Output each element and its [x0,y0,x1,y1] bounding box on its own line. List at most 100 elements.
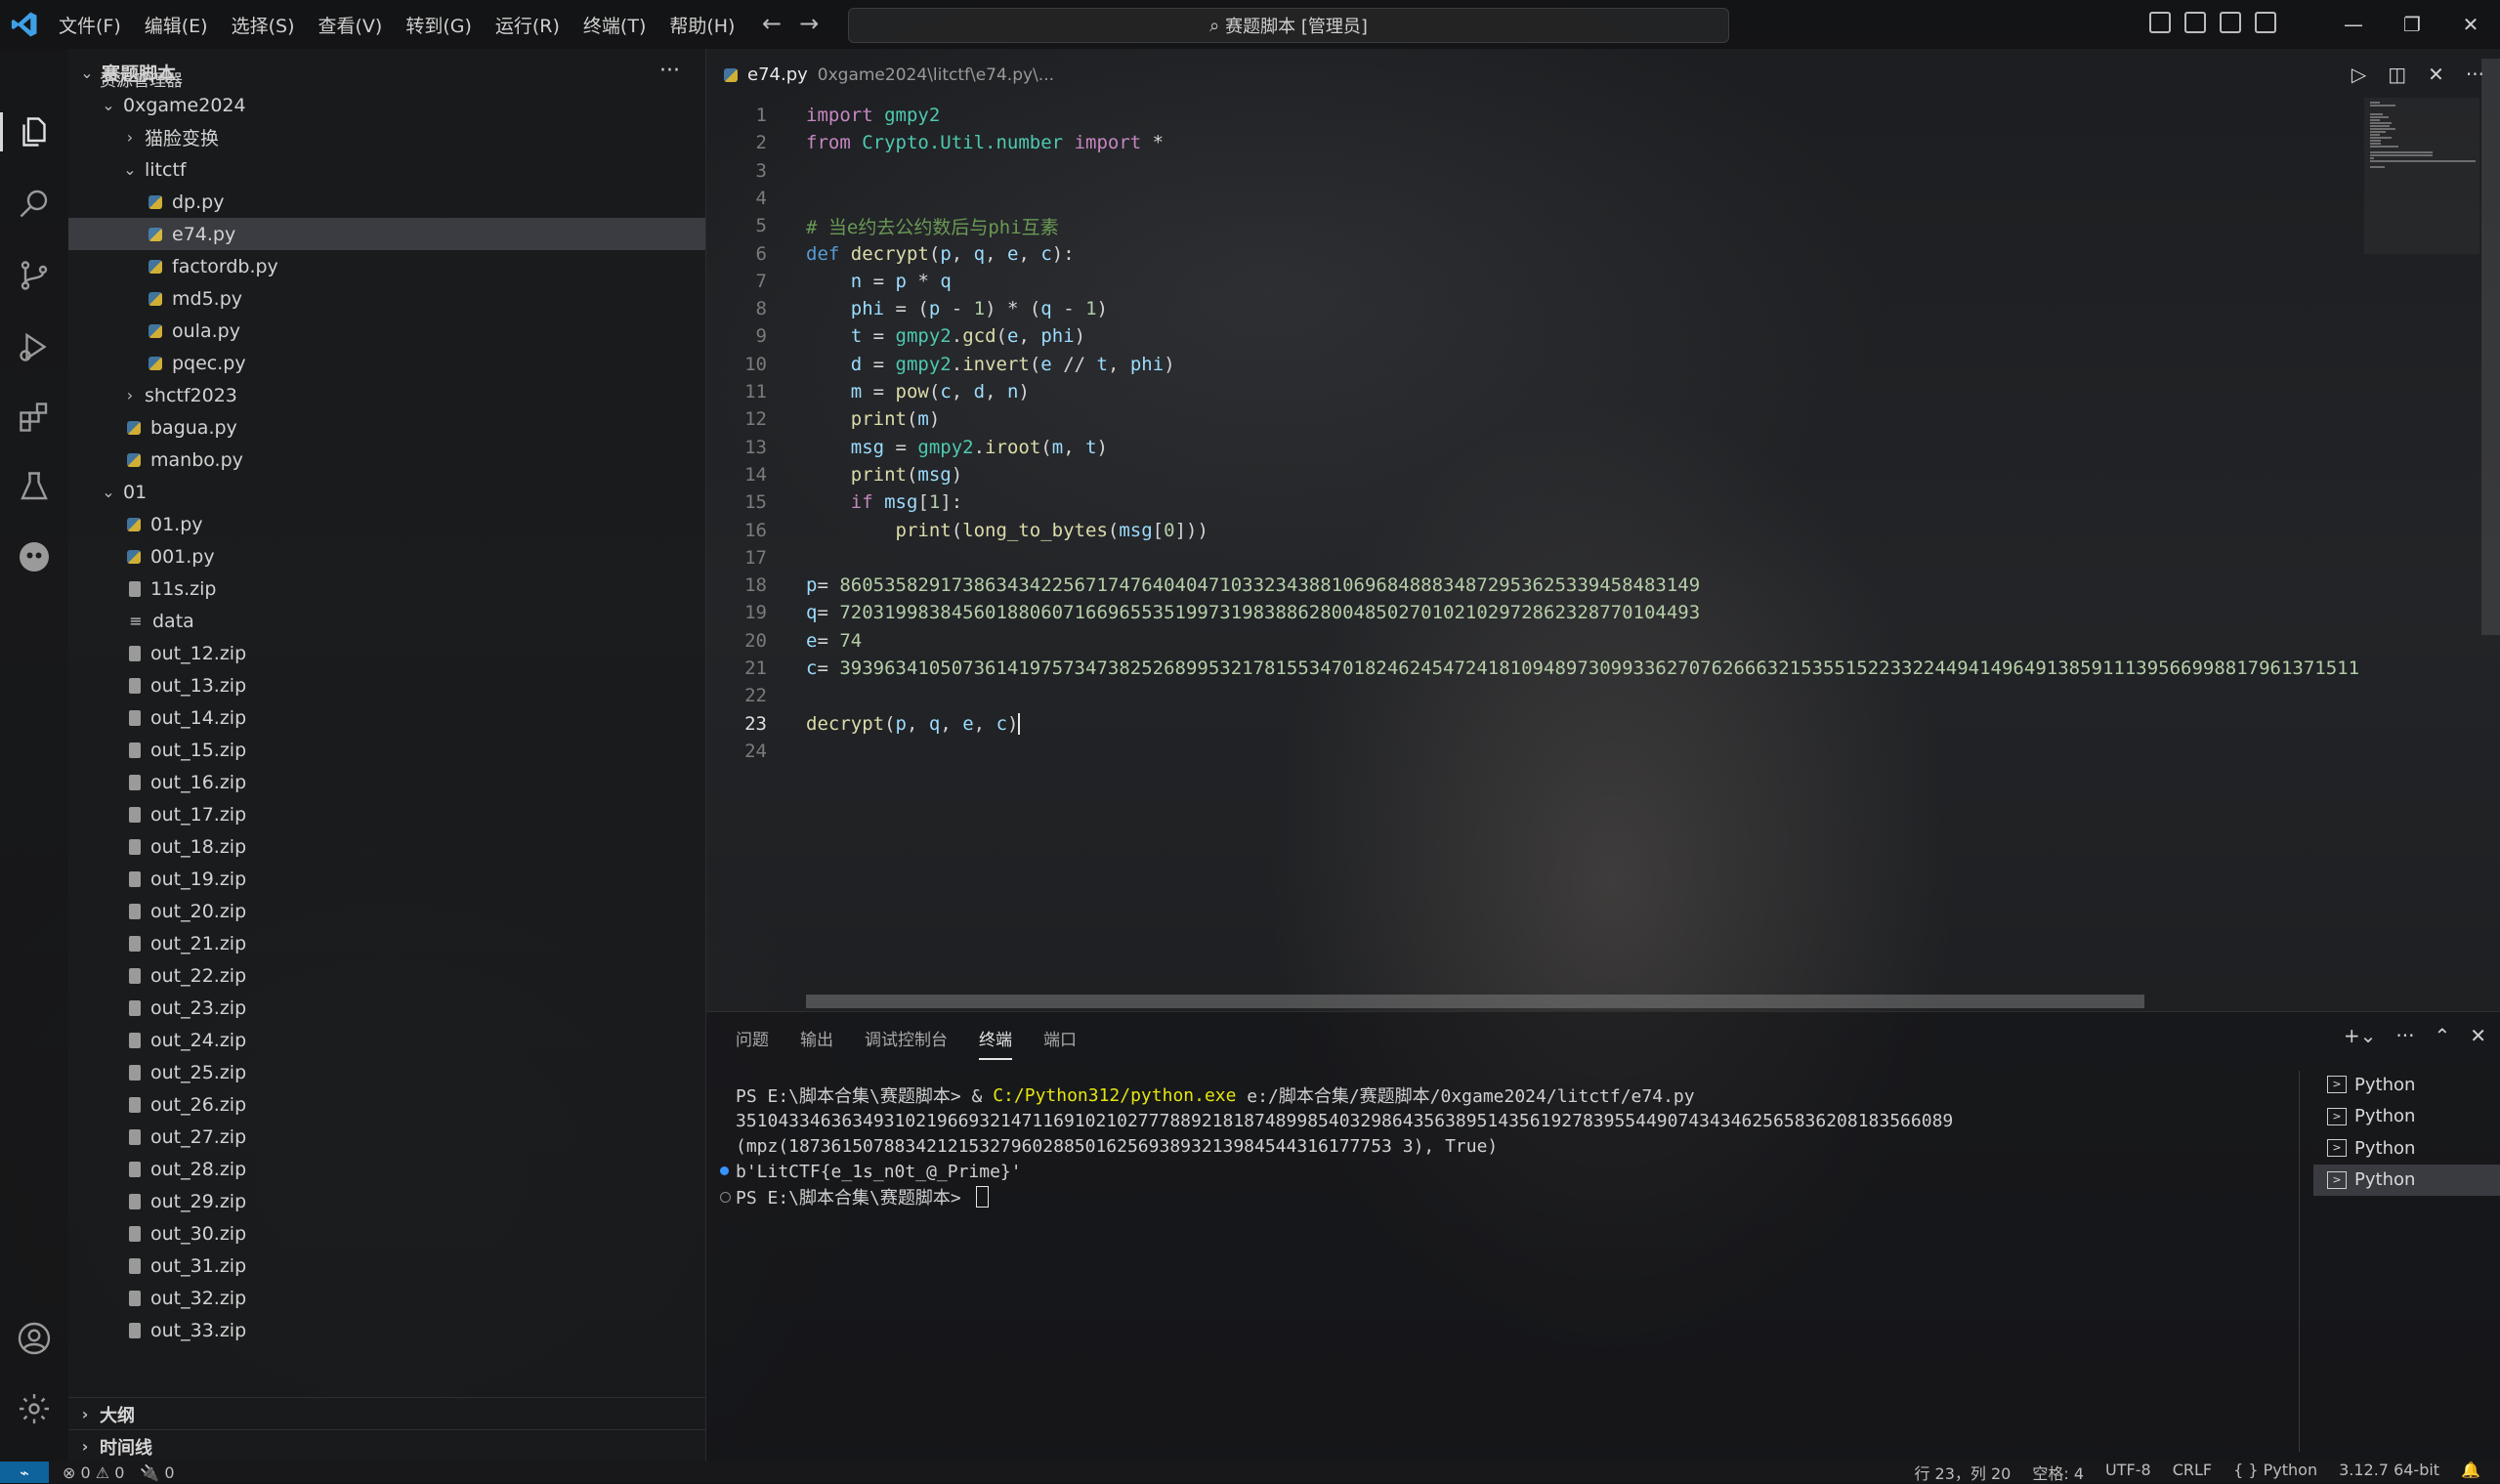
tree-item[interactable]: ≡ data [68,605,705,637]
tree-item[interactable]: ⌄ litctf [68,153,705,186]
restore-icon[interactable]: ❐ [2383,13,2441,36]
tree-item[interactable]: out_21.zip [68,927,705,959]
tree-item[interactable]: out_32.zip [68,1282,705,1314]
tree-item[interactable]: factordb.py [68,250,705,282]
extensions-icon[interactable] [15,398,54,437]
minimize-icon[interactable]: — [2324,13,2383,36]
tree-item[interactable]: ⌄ 01 [68,476,705,508]
tree-item[interactable]: out_20.zip [68,895,705,927]
tree-item[interactable]: out_26.zip [68,1088,705,1121]
split-editor-icon[interactable]: ◫ [2388,63,2406,86]
panel-tab[interactable]: 端口 [1043,1026,1077,1060]
tree-item[interactable]: out_30.zip [68,1217,705,1250]
encoding[interactable]: UTF-8 [2105,1461,2151,1484]
menu-item[interactable]: 编辑(E) [145,12,208,38]
tree-item[interactable]: out_23.zip [68,992,705,1024]
toggle-secondary-sidebar-icon[interactable] [2220,12,2241,33]
tree-item[interactable]: out_16.zip [68,766,705,798]
menu-item[interactable]: 文件(F) [59,12,121,38]
terminal-list-item[interactable]: > Python [2313,1101,2500,1132]
tree-item[interactable]: oula.py [68,315,705,347]
more-icon[interactable]: ··· [2395,1024,2414,1047]
toggle-sidebar-icon[interactable] [2149,12,2171,33]
tree-item[interactable]: out_18.zip [68,830,705,863]
outline-section[interactable]: › 大纲 [68,1397,705,1430]
panel-tab[interactable]: 调试控制台 [865,1026,948,1060]
tree-item[interactable]: manbo.py [68,444,705,476]
menu-item[interactable]: 查看(V) [318,12,383,38]
terminal-list-item[interactable]: > Python [2313,1132,2500,1164]
tree-item[interactable]: out_12.zip [68,637,705,669]
tree-item[interactable]: 11s.zip [68,572,705,605]
terminal-list-item[interactable]: > Python [2313,1164,2500,1196]
tree-item[interactable]: ⌄ 赛题脚本 [68,57,705,89]
tree-item[interactable]: out_25.zip [68,1056,705,1088]
tree-item[interactable]: › shctf2023 [68,379,705,411]
problems-status[interactable]: ⊗ 0 ⚠ 0 [63,1463,124,1482]
panel-tab[interactable]: 问题 [736,1026,769,1060]
forward-arrow-icon[interactable]: → [799,10,819,37]
indentation[interactable]: 空格: 4 [2032,1461,2084,1484]
menu-item[interactable]: 转到(G) [405,12,472,38]
tree-item[interactable]: out_28.zip [68,1153,705,1185]
minimap[interactable] [2364,98,2479,254]
tree-item[interactable]: md5.py [68,282,705,315]
language-mode[interactable]: { } Python [2233,1461,2317,1484]
menu-item[interactable]: 选择(S) [232,12,295,38]
tree-item[interactable]: bagua.py [68,411,705,444]
tree-item[interactable]: out_17.zip [68,798,705,830]
notifications-bell-icon[interactable]: 🔔 [2461,1461,2480,1484]
menu-item[interactable]: 运行(R) [495,12,560,38]
horizontal-scrollbar[interactable] [806,995,2144,1008]
customize-layout-icon[interactable] [2255,12,2276,33]
panel-tab[interactable]: 输出 [800,1026,833,1060]
maximize-panel-icon[interactable]: ⌃ [2434,1024,2450,1047]
python-interpreter[interactable]: 3.12.7 64-bit [2339,1461,2439,1484]
testing-icon[interactable] [15,467,54,506]
run-debug-icon[interactable] [15,327,54,366]
menu-item[interactable]: 帮助(H) [669,12,735,38]
tree-item[interactable]: dp.py [68,186,705,218]
tree-item[interactable]: 01.py [68,508,705,540]
tree-item[interactable]: ⌄ 0xgame2024 [68,89,705,121]
code-token: print [895,519,952,541]
menu-item[interactable]: 终端(T) [583,12,646,38]
copilot-icon[interactable] [15,537,54,576]
tree-item[interactable]: out_24.zip [68,1024,705,1056]
command-center[interactable]: ⌕ 赛题脚本 [管理员] [848,8,1729,43]
search-icon[interactable] [15,184,54,223]
tree-item[interactable]: e74.py [68,218,705,251]
tree-item[interactable]: out_29.zip [68,1185,705,1217]
tree-item[interactable]: out_19.zip [68,863,705,895]
tab-e74-py[interactable]: e74.py 0xgame2024\litctf\e74.py\... [724,64,1054,85]
tree-item[interactable]: out_31.zip [68,1250,705,1282]
timeline-section[interactable]: › 时间线 [68,1429,705,1463]
close-panel-icon[interactable]: ✕ [2470,1024,2486,1047]
tree-item[interactable]: out_15.zip [68,734,705,766]
remote-indicator-icon[interactable]: ⌁ [0,1462,49,1483]
account-icon[interactable] [15,1319,54,1358]
tree-item[interactable]: out_27.zip [68,1121,705,1153]
tree-item[interactable]: 001.py [68,540,705,572]
end-of-line[interactable]: CRLF [2173,1461,2212,1484]
terminal-list-item[interactable]: > Python [2313,1069,2500,1100]
settings-gear-icon[interactable] [15,1389,54,1428]
cursor-position[interactable]: 行 23，列 20 [1914,1461,2011,1484]
tree-item[interactable]: out_33.zip [68,1314,705,1346]
close-editor-icon[interactable]: ✕ [2428,63,2444,86]
source-control-icon[interactable] [15,256,54,295]
explorer-icon[interactable] [15,112,54,151]
run-python-icon[interactable]: ▷ [2352,63,2366,86]
vertical-scrollbar[interactable] [2481,59,2500,635]
tree-item[interactable]: out_13.zip [68,669,705,701]
ports-status[interactable]: 🔌 0 [140,1463,174,1482]
toggle-panel-icon[interactable] [2184,12,2206,33]
panel-tab[interactable]: 终端 [979,1026,1012,1060]
close-window-icon[interactable]: ✕ [2441,13,2500,36]
tree-item[interactable]: out_14.zip [68,701,705,734]
tree-item[interactable]: out_22.zip [68,959,705,992]
back-arrow-icon[interactable]: ← [762,10,782,37]
tree-item[interactable]: pqec.py [68,347,705,379]
tree-item[interactable]: › 猫脸变换 [68,121,705,153]
new-terminal-icon[interactable]: +⌄ [2344,1024,2377,1047]
